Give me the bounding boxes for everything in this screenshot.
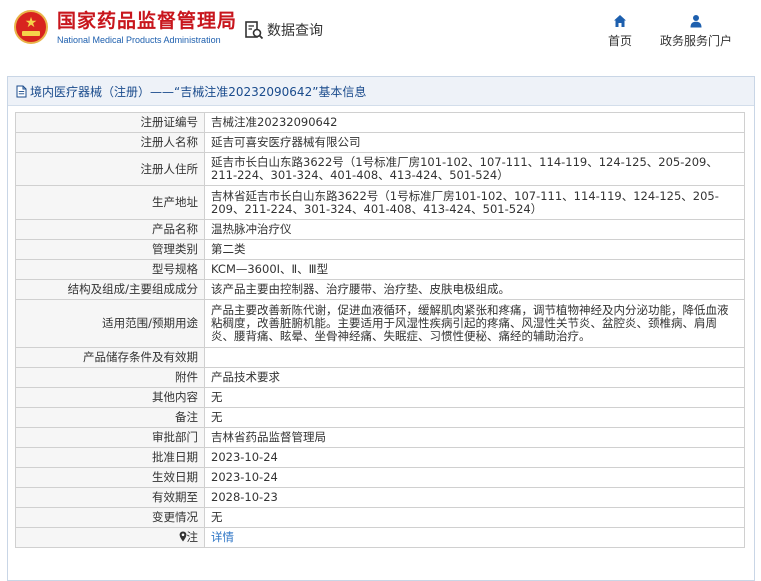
panel-title-text: 境内医疗器械（注册）——“吉械注准20232090642”基本信息 (30, 84, 367, 99)
row-label: 产品储存条件及有效期 (15, 347, 205, 368)
row-value: 无 (204, 387, 745, 408)
row-label: 其他内容 (15, 387, 205, 408)
row-value: 2023-10-24 (204, 467, 745, 488)
table-row: 批准日期 2023-10-24 (15, 447, 745, 468)
data-query-label: 数据查询 (267, 23, 323, 39)
site-logo-subtitle: National Medical Products Administration (57, 35, 221, 45)
nav-home-label: 首页 (607, 34, 632, 48)
row-label: 生产地址 (15, 185, 205, 220)
table-row: 结构及组成/主要组成成分 该产品主要由控制器、治疗腰带、治疗垫、皮肤电极组成。 (15, 279, 745, 300)
table-row: 注册人住所 延吉市长白山东路3622号（1号标准厂房101-102、107-11… (15, 152, 745, 186)
row-label: 型号规格 (15, 259, 205, 280)
table-row: 注册人名称 延吉可喜安医疗器械有限公司 (15, 132, 745, 153)
row-label: 产品名称 (15, 219, 205, 240)
data-query-link[interactable]: 数据查询 (244, 19, 323, 41)
row-value: 2028-10-23 (204, 487, 745, 508)
row-label: 管理类别 (15, 239, 205, 260)
detail-table: 注册证编号 吉械注准20232090642 注册人名称 延吉可喜安医疗器械有限公… (15, 112, 745, 548)
row-label: 有效期至 (15, 487, 205, 508)
row-value: 吉械注准20232090642 (204, 112, 745, 133)
row-label: 批准日期 (15, 447, 205, 468)
site-logo-title[interactable]: 国家药品监督管理局 (57, 10, 237, 32)
site-header: ★ 国家药品监督管理局 National Medical Products Ad… (0, 0, 761, 66)
details-link[interactable]: 详情 (211, 530, 234, 544)
row-label-note: 注 (15, 527, 205, 548)
row-label-text: 注 (186, 530, 199, 544)
detail-panel: 境内医疗器械（注册）——“吉械注准20232090642”基本信息 注册证编号 … (7, 76, 755, 581)
table-row: 附件 产品技术要求 (15, 367, 745, 388)
national-emblem-icon[interactable]: ★ (14, 10, 48, 44)
row-value: 第二类 (204, 239, 745, 260)
row-label: 注册人名称 (15, 132, 205, 153)
row-value: 延吉可喜安医疗器械有限公司 (204, 132, 745, 153)
table-row: 注册证编号 吉械注准20232090642 (15, 112, 745, 133)
document-icon (16, 85, 27, 97)
table-row: 管理类别 第二类 (15, 239, 745, 260)
row-value: 无 (204, 407, 745, 428)
nav-service-portal[interactable]: 政务服务门户 (656, 14, 736, 48)
user-icon (690, 15, 702, 28)
row-label: 附件 (15, 367, 205, 388)
nav-home[interactable]: 首页 (580, 14, 660, 48)
row-value: 温热脉冲治疗仪 (204, 219, 745, 240)
row-label: 生效日期 (15, 467, 205, 488)
table-row: 产品名称 温热脉冲治疗仪 (15, 219, 745, 240)
row-value: 该产品主要由控制器、治疗腰带、治疗垫、皮肤电极组成。 (204, 279, 745, 300)
table-row: 变更情况 无 (15, 507, 745, 528)
row-label: 注册人住所 (15, 152, 205, 186)
row-label: 适用范围/预期用途 (15, 299, 205, 348)
row-label: 注册证编号 (15, 112, 205, 133)
row-label: 变更情况 (15, 507, 205, 528)
row-value: KCM—3600Ⅰ、Ⅱ、Ⅲ型 (204, 259, 745, 280)
row-value: 产品技术要求 (204, 367, 745, 388)
table-row: 有效期至 2028-10-23 (15, 487, 745, 508)
table-row: 注 详情 (15, 527, 745, 548)
table-row: 审批部门 吉林省药品监督管理局 (15, 427, 745, 448)
row-label: 结构及组成/主要组成成分 (15, 279, 205, 300)
table-row: 适用范围/预期用途 产品主要改善新陈代谢，促进血液循环，缓解肌肉紧张和疼痛，调节… (15, 299, 745, 348)
row-value: 吉林省药品监督管理局 (204, 427, 745, 448)
home-icon (614, 15, 626, 27)
table-row: 型号规格 KCM—3600Ⅰ、Ⅱ、Ⅲ型 (15, 259, 745, 280)
row-value: 产品主要改善新陈代谢，促进血液循环，缓解肌肉紧张和疼痛，调节植物神经及内分泌功能… (204, 299, 745, 348)
table-row: 生产地址 吉林省延吉市长白山东路3622号（1号标准厂房101-102、107-… (15, 185, 745, 220)
table-row: 产品储存条件及有效期 (15, 347, 745, 368)
row-label: 审批部门 (15, 427, 205, 448)
row-value: 延吉市长白山东路3622号（1号标准厂房101-102、107-111、114-… (204, 152, 745, 186)
row-value: 详情 (204, 527, 745, 548)
table-row: 备注 无 (15, 407, 745, 428)
row-value: 无 (204, 507, 745, 528)
pin-icon (179, 531, 186, 542)
row-value (204, 347, 745, 368)
table-row: 生效日期 2023-10-24 (15, 467, 745, 488)
row-label: 备注 (15, 407, 205, 428)
row-value: 2023-10-24 (204, 447, 745, 468)
table-row: 其他内容 无 (15, 387, 745, 408)
panel-title: 境内医疗器械（注册）——“吉械注准20232090642”基本信息 (8, 77, 754, 106)
row-value: 吉林省延吉市长白山东路3622号（1号标准厂房101-102、107-111、1… (204, 185, 745, 220)
document-search-icon (245, 21, 264, 40)
nav-service-portal-label: 政务服务门户 (659, 34, 732, 48)
